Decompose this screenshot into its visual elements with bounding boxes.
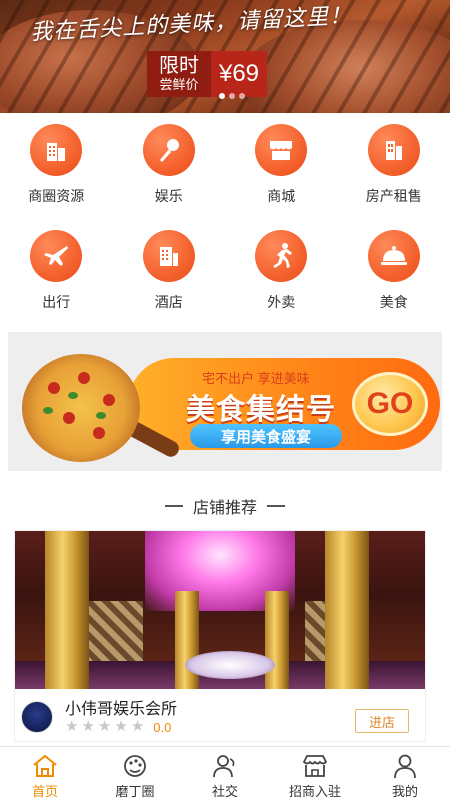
nav-label: 磨丁圈 [115, 784, 155, 799]
store-name: 小伟哥娱乐会所 [65, 701, 178, 718]
nav-label: 社交 [211, 784, 238, 799]
social-icon [211, 753, 239, 779]
column [265, 591, 289, 689]
category-real-estate[interactable]: 房产租售 [338, 118, 450, 212]
user-icon [391, 753, 419, 779]
carousel-dot[interactable] [219, 93, 225, 99]
decor-panel [85, 601, 143, 661]
category-food[interactable]: 美食 [338, 224, 450, 318]
carousel-dot[interactable] [239, 93, 245, 99]
pizza-basil [68, 392, 78, 399]
food-promo-banner[interactable]: 宅不出户 享进美味 美食集结号 享用美食盛宴 GO [8, 332, 442, 471]
badge-label: 限时 尝鲜价 [147, 51, 211, 97]
microphone-icon [142, 124, 195, 176]
category-business[interactable]: 商圈资源 [0, 118, 113, 212]
category-label: 酒店 [154, 294, 183, 310]
go-button[interactable]: GO [352, 372, 428, 436]
divider [164, 505, 183, 507]
category-takeout[interactable]: 外卖 [225, 224, 338, 318]
divider [267, 505, 285, 507]
section-title: 店铺推荐 [192, 500, 257, 517]
shop-icon [301, 753, 329, 779]
price-badge: 限时 尝鲜价 ¥69 [147, 51, 267, 97]
category-label: 商圈资源 [28, 188, 85, 204]
enter-store-button[interactable]: 进店 [355, 709, 409, 733]
building-icon [367, 124, 420, 176]
home-icon [31, 753, 59, 779]
nav-moding[interactable]: 磨丁圈 [90, 747, 180, 800]
promo-banner[interactable]: 我在舌尖上的美味，请留这里！ 限时 尝鲜价 ¥69 [0, 0, 450, 113]
category-label: 出行 [42, 294, 71, 310]
star-icon: ★ [130, 718, 145, 735]
buildings-icon [30, 124, 83, 176]
nav-label: 招商入驻 [288, 784, 341, 799]
promo-title: 美食集结号 [186, 394, 337, 426]
star-icon: ★ [114, 718, 128, 735]
storefront-icon [255, 124, 308, 176]
store-rating: ★ ★ ★ ★ ★ 0.0 [65, 719, 171, 735]
nav-home[interactable]: 首页 [0, 747, 90, 800]
category-label: 美食 [379, 294, 408, 310]
bottom-nav: 首页 磨丁圈 社交 招商入驻 我的 [0, 746, 450, 800]
pizza-basil [96, 412, 106, 419]
nav-profile[interactable]: 我的 [360, 747, 450, 800]
badge-line1: 限时 [159, 55, 199, 77]
category-mall[interactable]: 商城 [225, 118, 338, 212]
pizza-topping [78, 372, 90, 384]
column [325, 531, 369, 689]
carousel-dots [219, 93, 245, 99]
promo-tag: 享用美食盛宴 [190, 424, 342, 448]
pizza-topping [103, 394, 115, 406]
airplane-icon [30, 230, 83, 282]
store-card[interactable]: 小伟哥娱乐会所 ★ ★ ★ ★ ★ 0.0 进店 [14, 530, 426, 742]
cloche-icon [367, 230, 420, 282]
rating-score: 0.0 [153, 719, 172, 735]
badge-price: ¥69 [211, 51, 267, 97]
store-avatar [21, 701, 53, 733]
runner-icon [255, 230, 308, 282]
nav-merchant[interactable]: 招商入驻 [270, 747, 360, 800]
nav-social[interactable]: 社交 [180, 747, 270, 800]
promo-subtitle: 宅不出户 享进美味 [202, 371, 310, 386]
category-grid: 商圈资源 娱乐 商城 房产租售 出行 酒店 外卖 美食 [0, 118, 450, 318]
category-entertainment[interactable]: 娱乐 [113, 118, 226, 212]
star-icon: ★ [65, 718, 79, 735]
stage [185, 651, 275, 679]
category-label: 商城 [267, 188, 296, 204]
category-travel[interactable]: 出行 [0, 224, 113, 318]
hotel-icon [142, 230, 195, 282]
pizza-topping [93, 427, 105, 439]
category-label: 房产租售 [365, 188, 422, 204]
pizza-topping [48, 382, 60, 394]
star-icon: ★ [81, 718, 95, 735]
pizza-basil [43, 407, 53, 414]
nav-label: 首页 [31, 784, 58, 799]
palette-icon [121, 753, 149, 779]
store-photo [15, 531, 425, 689]
badge-line2: 尝鲜价 [159, 77, 199, 92]
column [45, 531, 89, 689]
star-icon: ★ [97, 718, 112, 735]
category-hotel[interactable]: 酒店 [113, 224, 226, 318]
pizza-image [22, 354, 140, 462]
nav-label: 我的 [391, 784, 418, 799]
home-page: 我在舌尖上的美味，请留这里！ 限时 尝鲜价 ¥69 商圈资源 娱乐 商城 房产租… [0, 0, 450, 800]
section-header: 店铺推荐 [0, 494, 450, 518]
category-label: 娱乐 [154, 188, 183, 204]
category-label: 外卖 [267, 294, 296, 310]
carousel-dot[interactable] [229, 93, 235, 99]
pizza-topping [63, 412, 75, 424]
